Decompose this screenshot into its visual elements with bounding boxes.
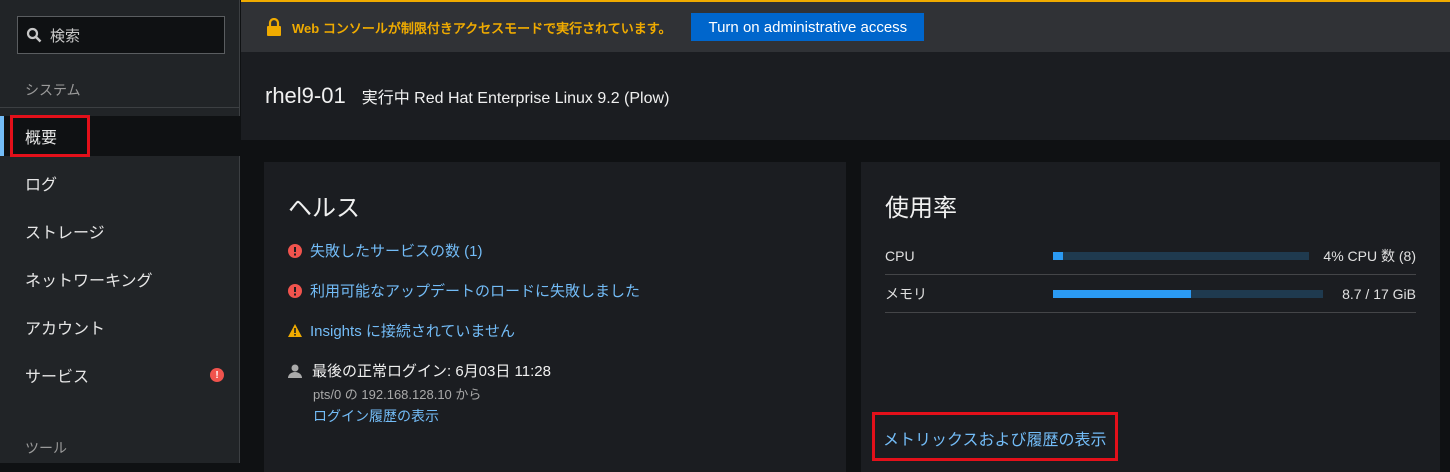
admin-access-button[interactable]: Turn on administrative access: [691, 13, 925, 41]
sidebar-item-label: ネットワーキング: [25, 273, 153, 290]
search-placeholder: 検索: [50, 27, 81, 45]
error-icon: [288, 283, 302, 298]
section-system: システム: [25, 82, 81, 98]
memory-usage-row: メモリ 8.7 / 17 GiB: [885, 275, 1416, 313]
failed-services-link[interactable]: 失敗したサービスの数 (1): [310, 240, 483, 261]
updates-failed-link[interactable]: 利用可能なアップデートのロードに失敗しました: [310, 280, 640, 301]
cpu-label: CPU: [885, 247, 915, 264]
health-item: Insights に接続されていません: [288, 320, 515, 341]
sidebar-item-label: 概要: [9, 115, 91, 157]
sidebar-item-storage[interactable]: ストレージ: [0, 211, 240, 251]
warning-icon: [288, 323, 302, 338]
banner-message: Web コンソールが制限付きアクセスモードで実行されています。: [292, 20, 672, 36]
health-item: 利用可能なアップデートのロードに失敗しました: [288, 280, 640, 301]
search-icon: [26, 27, 42, 43]
lock-icon: [267, 18, 281, 36]
limited-access-banner: Web コンソールが制限付きアクセスモードで実行されています。 Turn on …: [241, 0, 1450, 52]
user-icon: [288, 364, 302, 378]
sidebar-item-label: アカウント: [25, 321, 106, 338]
usage-card: 使用率 CPU 4% CPU 数 (8) メモリ 8.7 / 17 GiB メト…: [861, 162, 1440, 472]
last-login-detail: pts/0 の 192.168.128.10 から: [313, 387, 482, 402]
last-login: 最後の正常ログイン: 6月03日 11:28: [288, 360, 551, 381]
page-header: rhel9-01 実行中 Red Hat Enterprise Linux 9.…: [241, 52, 1450, 140]
cpu-usage-row: CPU 4% CPU 数 (8): [885, 237, 1416, 275]
login-history-link[interactable]: ログイン履歴の表示: [313, 406, 439, 426]
section-tools: ツール: [25, 440, 67, 456]
last-login-title: 最後の正常ログイン: 6月03日 11:28: [312, 363, 551, 380]
sidebar-item-accounts[interactable]: アカウント: [0, 307, 240, 347]
memory-label: メモリ: [885, 285, 927, 302]
cpu-usage-bar: [1053, 251, 1309, 260]
memory-usage-bar: [1053, 289, 1323, 298]
insights-link[interactable]: Insights に接続されていません: [310, 320, 515, 341]
health-title: ヘルス: [288, 195, 360, 222]
metrics-history-link[interactable]: メトリックスおよび履歴の表示: [872, 412, 1118, 461]
health-card: ヘルス 失敗したサービスの数 (1) 利用可能なアップデートのロードに失敗しまし…: [264, 162, 846, 472]
sidebar-item-label: サービス: [25, 369, 90, 386]
sidebar-item-label: ログ: [25, 177, 58, 194]
sidebar: 検索 システム 概要 ログ ストレージ ネットワーキング アカウント サービス!…: [0, 0, 240, 463]
hostname: rhel9-01: [265, 83, 346, 108]
search-input[interactable]: 検索: [17, 16, 225, 54]
sidebar-item-networking[interactable]: ネットワーキング: [0, 259, 240, 299]
memory-usage-fill: [1053, 289, 1191, 298]
error-icon: [288, 243, 302, 258]
cpu-usage-fill: [1053, 251, 1064, 260]
usage-title: 使用率: [885, 195, 957, 222]
sidebar-item-label: ストレージ: [25, 225, 105, 242]
memory-value: 8.7 / 17 GiB: [1342, 285, 1416, 302]
sidebar-item-logs[interactable]: ログ: [0, 163, 240, 203]
system-status: 実行中 Red Hat Enterprise Linux 9.2 (Plow): [361, 90, 670, 107]
cpu-value: 4% CPU 数 (8): [1323, 247, 1416, 264]
sidebar-item-overview[interactable]: 概要: [0, 115, 240, 157]
sidebar-item-services[interactable]: サービス!: [0, 355, 240, 395]
health-item: 失敗したサービスの数 (1): [288, 240, 483, 261]
error-badge-icon: !: [210, 368, 224, 382]
divider: [0, 107, 240, 108]
